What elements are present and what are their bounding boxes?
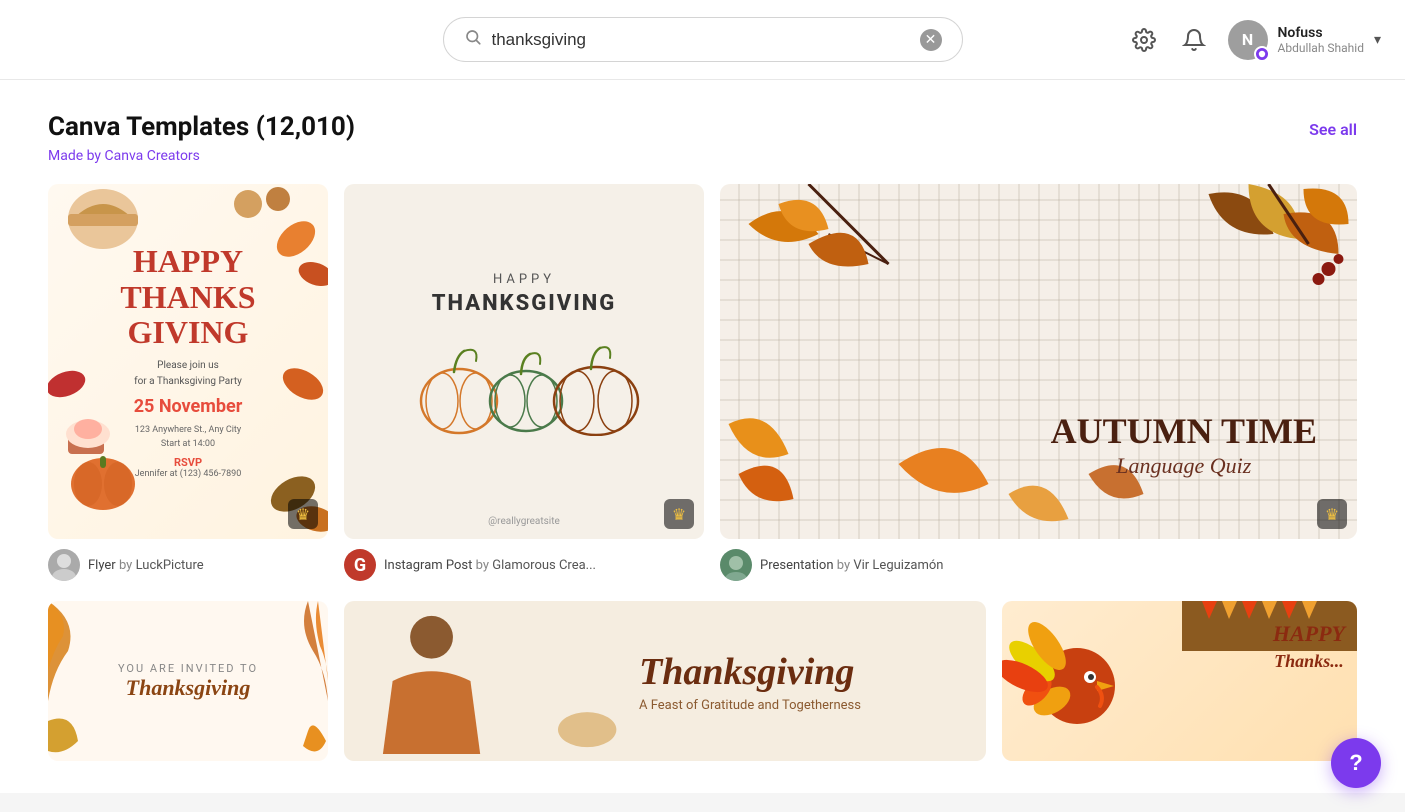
main-content: Canva Templates (12,010) See all Made by…	[0, 80, 1405, 793]
flyer-date: 25 November	[120, 396, 255, 417]
chevron-down-icon: ▾	[1374, 32, 1381, 48]
card-meta-presentation: Presentation by Vir Leguizamón	[720, 539, 1357, 585]
template-grid-top: HAPPYTHANKSGIVING Please join usfor a Th…	[48, 184, 1357, 585]
avatar: N	[1228, 20, 1268, 60]
template-card-feast[interactable]: Thanksgiving A Feast of Gratitude and To…	[344, 601, 986, 761]
gingham-bg	[720, 184, 1357, 539]
crown-badge-ig: ♛	[664, 499, 694, 529]
avatar-badge	[1254, 46, 1270, 62]
ig-title: THANKSGIVING	[432, 291, 617, 316]
user-subtitle: Abdullah Shahid	[1278, 41, 1364, 55]
flyer-address: 123 Anywhere St., Any CityStart at 14:00	[120, 423, 255, 452]
pumpkins-row	[404, 336, 644, 436]
flyer-content: HAPPYTHANKSGIVING Please join usfor a Th…	[100, 224, 275, 498]
presentation-text: AUTUMN TIME Language Quiz	[1051, 410, 1317, 479]
flyer-rsvp: RSVP	[120, 456, 255, 469]
invite-inner: YOU ARE INVITED TO Thanksgiving	[118, 662, 258, 701]
user-info: Nofuss Abdullah Shahid	[1278, 25, 1364, 55]
card-meta-instagram: G Instagram Post by Glamorous Crea...	[344, 539, 704, 585]
pres-title: AUTUMN TIME	[1051, 410, 1317, 453]
template-card-presentation[interactable]: AUTUMN TIME Language Quiz ♛ Presentation…	[720, 184, 1357, 585]
notifications-button[interactable]	[1178, 24, 1210, 56]
pres-subtitle: Language Quiz	[1051, 453, 1317, 479]
flyer-contact: Jennifer at (123) 456-7890	[120, 469, 255, 479]
invite-top: YOU ARE INVITED TO	[118, 662, 258, 675]
section-header: Canva Templates (12,010) See all	[48, 112, 1357, 142]
flyer-title: HAPPYTHANKSGIVING	[120, 244, 255, 350]
feast-inner: Thanksgiving A Feast of Gratitude and To…	[639, 650, 861, 713]
template-card-bird[interactable]: HAPPYThanks...	[1002, 601, 1357, 761]
card-meta-flyer: Flyer by LuckPicture	[48, 539, 328, 585]
header-right: N Nofuss Abdullah Shahid ▾	[1128, 20, 1382, 60]
ig-happy: HAPPY	[493, 272, 555, 287]
card-meta-text-ig: Instagram Post by Glamorous Crea...	[384, 558, 596, 573]
template-card-flyer2[interactable]: YOU ARE INVITED TO Thanksgiving	[48, 601, 328, 761]
creator-avatar-flyer	[48, 549, 80, 581]
header: ✕ N Nofus	[0, 0, 1405, 80]
clear-search-button[interactable]: ✕	[920, 29, 942, 51]
creator-avatar-pres	[720, 549, 752, 581]
user-name: Nofuss	[1278, 25, 1364, 41]
flyer-join: Please join usfor a Thanksgiving Party	[120, 358, 255, 390]
section-title: Canva Templates (12,010)	[48, 112, 355, 142]
section-subtitle: Made by Canva Creators	[48, 148, 1357, 164]
feast-subtitle: A Feast of Gratitude and Togetherness	[639, 698, 861, 713]
search-bar[interactable]: ✕	[443, 17, 963, 62]
template-card-flyer[interactable]: HAPPYTHANKSGIVING Please join usfor a Th…	[48, 184, 328, 585]
invite-title: Thanksgiving	[118, 675, 258, 701]
crown-badge-pres: ♛	[1317, 499, 1347, 529]
card-meta-text-flyer: Flyer by LuckPicture	[88, 558, 204, 573]
template-grid-bottom: YOU ARE INVITED TO Thanksgiving Thanksgi…	[48, 601, 1357, 761]
crown-badge: ♛	[288, 499, 318, 529]
creator-avatar-ig: G	[344, 549, 376, 581]
card-meta-text-pres: Presentation by Vir Leguizamón	[760, 558, 943, 573]
help-button[interactable]: ?	[1331, 738, 1381, 788]
see-all-link[interactable]: See all	[1309, 120, 1357, 139]
user-section[interactable]: N Nofuss Abdullah Shahid ▾	[1228, 20, 1382, 60]
clear-icon: ✕	[925, 31, 937, 48]
bird-text: HAPPYThanks...	[1273, 621, 1345, 673]
search-input[interactable]	[492, 30, 910, 50]
help-icon: ?	[1349, 750, 1362, 776]
settings-button[interactable]	[1128, 24, 1160, 56]
ig-handle: @reallygreatsite	[488, 516, 560, 527]
feast-title: Thanksgiving	[639, 650, 861, 694]
search-icon	[464, 28, 482, 51]
template-card-instagram[interactable]: HAPPY THANKSGIVING	[344, 184, 704, 585]
